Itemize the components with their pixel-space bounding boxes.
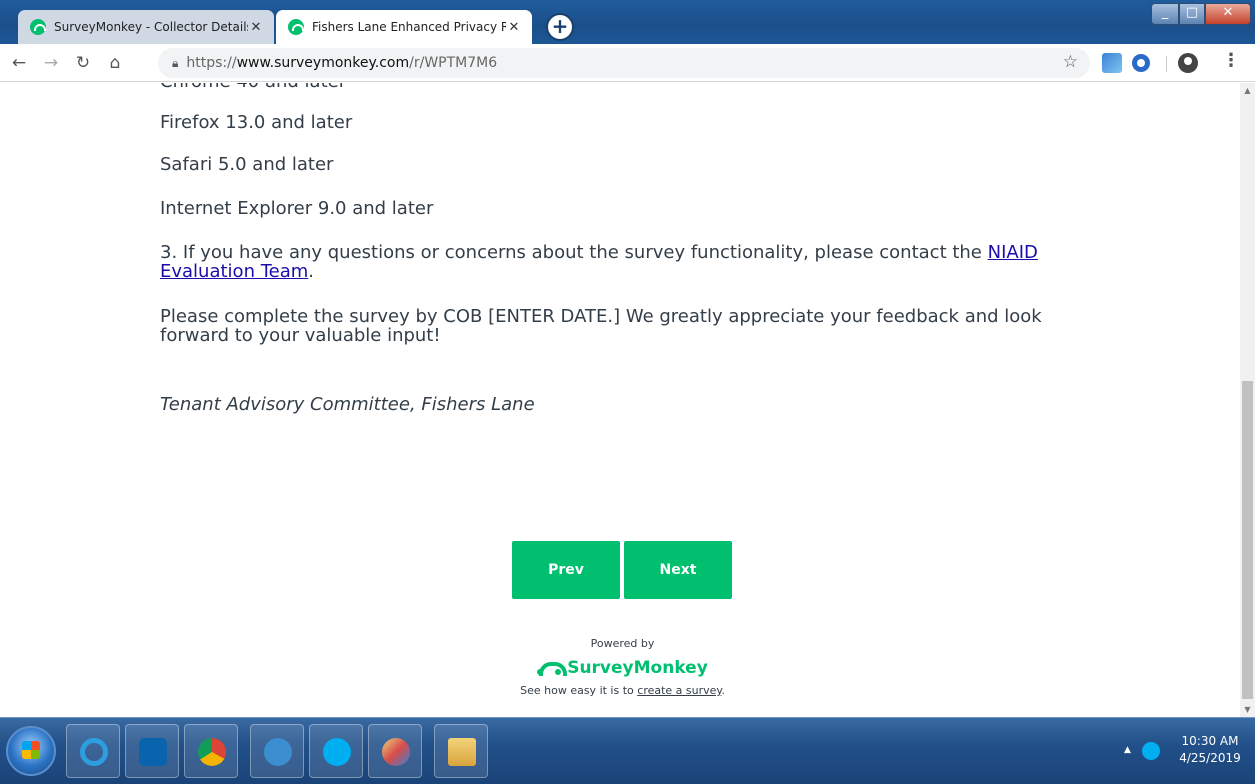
prev-button[interactable]: Prev bbox=[512, 541, 620, 599]
bookmark-star-icon[interactable]: ☆ bbox=[1063, 52, 1078, 72]
browser-requirement-chrome: Chrome 40 and later bbox=[160, 83, 346, 91]
scroll-down-arrow-icon[interactable]: ▼ bbox=[1240, 702, 1255, 717]
surveymonkey-favicon-icon bbox=[288, 19, 304, 35]
extension-icon[interactable] bbox=[1102, 53, 1122, 73]
questions-end: . bbox=[308, 261, 315, 282]
browser-title-bar: SurveyMonkey - Collector Details ✕ Fishe… bbox=[0, 0, 1255, 44]
see-how-lead: See how easy it is to bbox=[520, 684, 638, 697]
home-icon[interactable]: ⌂ bbox=[102, 50, 128, 76]
file-explorer-icon[interactable] bbox=[434, 724, 488, 778]
browser-toolbar: ← → ↻ ⌂ 🔒︎ https://www.surveymonkey.com /… bbox=[0, 44, 1255, 82]
new-tab-button[interactable]: + bbox=[546, 13, 574, 41]
next-button[interactable]: Next bbox=[624, 541, 732, 599]
tab-title: SurveyMonkey - Collector Details bbox=[54, 20, 248, 34]
powered-by-label: Powered by bbox=[590, 637, 655, 650]
tab-fishers-lane[interactable]: Fishers Lane Enhanced Privacy Ro ✕ bbox=[276, 10, 532, 44]
reload-icon[interactable]: ↻ bbox=[70, 50, 96, 76]
minimize-window-button[interactable]: _ bbox=[1151, 3, 1179, 25]
close-window-button[interactable]: ✕ bbox=[1205, 3, 1251, 25]
surveymonkey-logo[interactable]: SurveyMonkey bbox=[480, 656, 765, 680]
forward-arrow-icon[interactable]: → bbox=[38, 50, 64, 76]
browser-menu-icon[interactable]: ⋮ bbox=[1222, 50, 1240, 71]
url-host: www.surveymonkey.com bbox=[236, 55, 410, 71]
tray-expand-icon[interactable]: ▲ bbox=[1124, 745, 1131, 755]
create-survey-link[interactable]: create a survey bbox=[637, 684, 721, 697]
surveymonkey-favicon-icon bbox=[30, 19, 46, 35]
chrome-icon[interactable] bbox=[184, 724, 238, 778]
tab-collector-details[interactable]: SurveyMonkey - Collector Details ✕ bbox=[18, 10, 274, 44]
window-controls: _ □ ✕ bbox=[1151, 3, 1251, 25]
clock-time: 10:30 AM bbox=[1181, 734, 1239, 748]
lock-icon[interactable]: 🔒︎ bbox=[172, 56, 178, 71]
questions-paragraph: 3. If you have any questions or concerns… bbox=[160, 243, 1080, 281]
extension-shield-icon[interactable] bbox=[1132, 54, 1150, 72]
toolbar-divider bbox=[1166, 56, 1167, 72]
scroll-thumb[interactable] bbox=[1242, 381, 1253, 699]
system-clock[interactable]: 10:30 AM 4/25/2019 bbox=[1170, 733, 1250, 767]
browser-requirement-ie: Internet Explorer 9.0 and later bbox=[160, 198, 434, 219]
signature: Tenant Advisory Committee, Fishers Lane bbox=[160, 394, 535, 415]
clock-date: 4/25/2019 bbox=[1179, 751, 1241, 765]
browser-requirement-safari: Safari 5.0 and later bbox=[160, 154, 334, 175]
internet-explorer-icon[interactable] bbox=[66, 724, 120, 778]
powered-by-footer: Powered by SurveyMonkey See how easy it … bbox=[480, 637, 765, 698]
windows-taskbar: ▲ 10:30 AM 4/25/2019 bbox=[0, 717, 1255, 784]
surveymonkey-brand: SurveyMonkey bbox=[567, 658, 708, 678]
address-bar[interactable]: 🔒︎ https://www.surveymonkey.com/r/WPTM7M… bbox=[158, 48, 1090, 78]
complete-survey-paragraph: Please complete the survey by COB [ENTER… bbox=[160, 306, 1042, 346]
app-icon[interactable] bbox=[250, 724, 304, 778]
account-icon[interactable] bbox=[1178, 53, 1198, 73]
maximize-window-button[interactable]: □ bbox=[1179, 3, 1205, 25]
start-button-icon[interactable] bbox=[6, 726, 56, 776]
paint-icon[interactable] bbox=[368, 724, 422, 778]
url-scheme: https:// bbox=[186, 55, 237, 71]
page-viewport: Chrome 40 and later Firefox 13.0 and lat… bbox=[0, 83, 1240, 717]
outlook-icon[interactable] bbox=[125, 724, 179, 778]
tab-title: Fishers Lane Enhanced Privacy Ro bbox=[312, 20, 506, 34]
tab-close-icon[interactable]: ✕ bbox=[248, 20, 264, 35]
skype-icon[interactable] bbox=[309, 724, 363, 778]
surveymonkey-logo-icon bbox=[537, 660, 568, 676]
see-how-text: See how easy it is to create a survey. bbox=[480, 684, 765, 698]
back-arrow-icon[interactable]: ← bbox=[6, 50, 32, 76]
questions-text: 3. If you have any questions or concerns… bbox=[160, 242, 988, 263]
see-how-end: . bbox=[721, 684, 725, 697]
scroll-up-arrow-icon[interactable]: ▲ bbox=[1240, 83, 1255, 98]
tab-close-icon[interactable]: ✕ bbox=[506, 20, 522, 35]
browser-requirement-firefox: Firefox 13.0 and later bbox=[160, 112, 353, 133]
page-scrollbar[interactable]: ▲ ▼ bbox=[1240, 83, 1255, 717]
url-path: /r/WPTM7M6 bbox=[409, 55, 498, 71]
tray-skype-icon[interactable] bbox=[1142, 742, 1160, 760]
survey-navigation: Prev Next bbox=[512, 541, 732, 599]
